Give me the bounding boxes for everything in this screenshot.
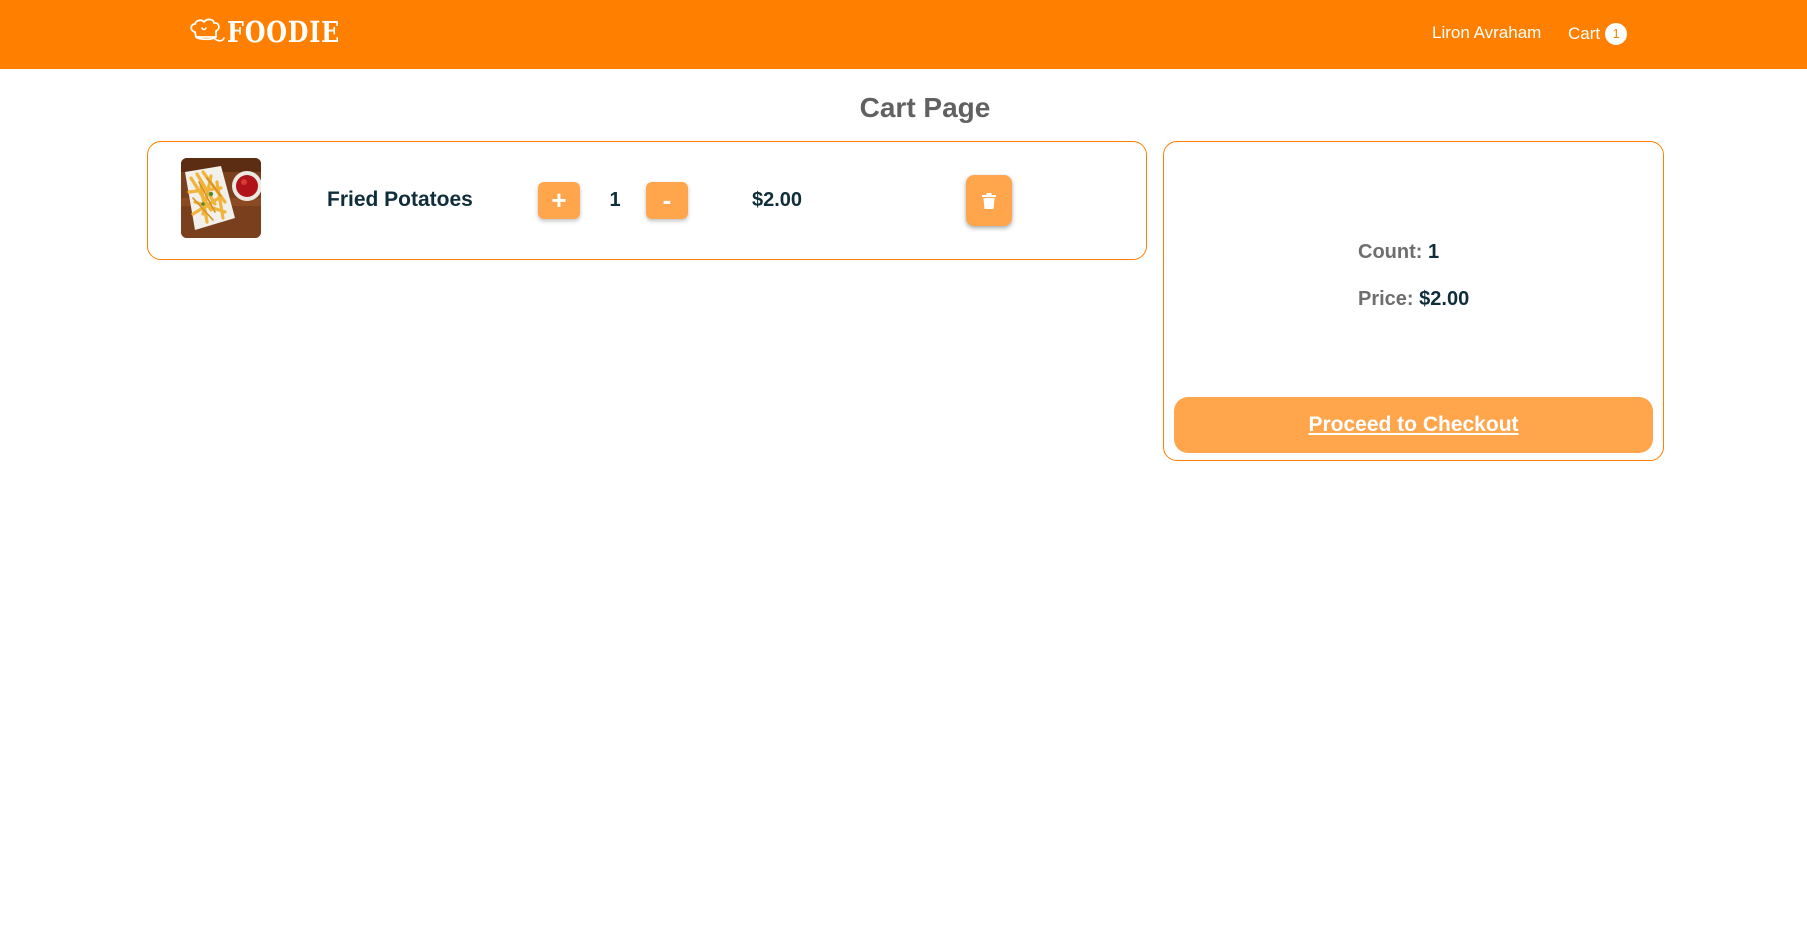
cart-count-badge: 1 [1605, 23, 1628, 45]
item-quantity: 1 [609, 189, 621, 211]
cart-label: Cart [1568, 24, 1601, 43]
delete-item-button[interactable] [966, 175, 1012, 226]
proceed-to-checkout-button[interactable]: Proceed to Checkout [1174, 397, 1653, 453]
price-value: $2.00 [1419, 288, 1470, 310]
brand-name: FOODIE [227, 15, 341, 49]
item-name: Fried Potatoes [327, 188, 473, 211]
count-value: 1 [1427, 241, 1440, 263]
fried-potatoes-photo [181, 158, 261, 238]
decrease-quantity-button[interactable]: - [646, 182, 688, 219]
brand-logo[interactable]: FOODIE [189, 14, 365, 50]
page-title: Cart Page [859, 92, 991, 123]
count-label: Count: [1358, 241, 1423, 263]
fried-potatoes-image [181, 158, 261, 238]
cart-summary-panel: Count: 1 Price: $2.00 Proceed to Checkou… [1163, 141, 1664, 461]
user-name-link[interactable]: Liron Avraham [1432, 23, 1541, 43]
increase-quantity-button[interactable]: + [538, 182, 580, 219]
summary-count: Count: 1 [1358, 240, 1439, 264]
price-label: Price: [1358, 288, 1414, 310]
cart-item-row: Fried Potatoes + 1 - $2.00 [148, 142, 1146, 259]
cart-link[interactable]: Cart 1 [1568, 23, 1628, 45]
cart-items-panel: Fried Potatoes + 1 - $2.00 [147, 141, 1147, 260]
top-navbar: FOODIE Liron Avraham Cart 1 [0, 0, 1807, 69]
summary-price: Price: $2.00 [1358, 287, 1469, 311]
item-price: $2.00 [752, 189, 803, 211]
chef-hat-icon [190, 18, 225, 42]
trash-icon [982, 192, 996, 209]
